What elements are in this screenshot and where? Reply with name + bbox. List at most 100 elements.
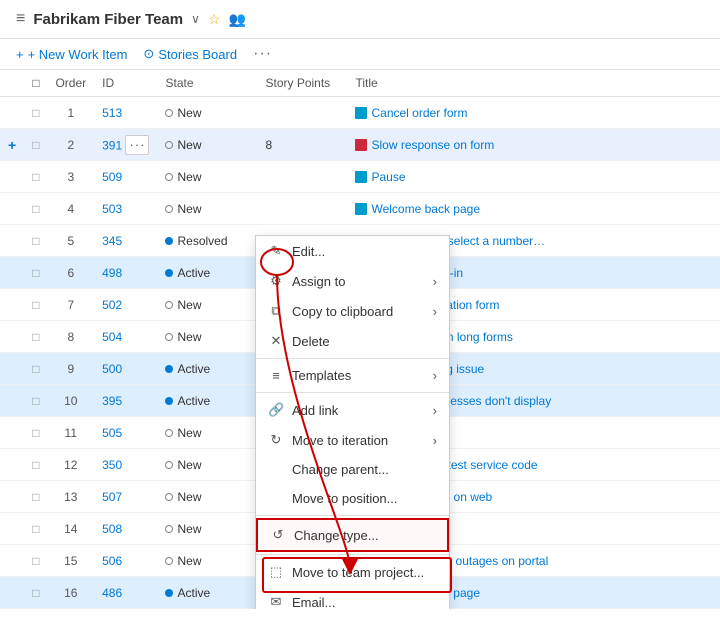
menu-item-copy-clipboard[interactable]: ⧉ Copy to clipboard ›: [256, 296, 449, 326]
row-add[interactable]: +: [0, 129, 24, 161]
work-item-type-icon: [355, 203, 367, 215]
row-add[interactable]: [0, 481, 24, 513]
row-state: New: [157, 417, 257, 449]
row-check[interactable]: □: [24, 385, 47, 417]
row-add[interactable]: [0, 449, 24, 481]
chevron-icon[interactable]: ∨: [191, 12, 200, 26]
work-item-title[interactable]: Welcome back page: [371, 202, 480, 216]
work-item-title[interactable]: Cancel order form: [371, 106, 467, 120]
state-dot: [165, 525, 173, 533]
row-id[interactable]: 391 ···: [94, 129, 157, 161]
menu-item-move-position[interactable]: Move to position...: [256, 484, 449, 513]
menu-item-add-link[interactable]: 🔗 Add link ›: [256, 395, 449, 425]
row-add[interactable]: [0, 225, 24, 257]
row-state: Active: [157, 577, 257, 609]
row-check[interactable]: □: [24, 97, 47, 129]
row-add[interactable]: [0, 321, 24, 353]
menu-item-email[interactable]: ✉ Email...: [256, 587, 449, 609]
row-check[interactable]: □: [24, 161, 47, 193]
row-check[interactable]: □: [24, 257, 47, 289]
row-check[interactable]: □: [24, 577, 47, 609]
row-check[interactable]: □: [24, 449, 47, 481]
row-add[interactable]: [0, 193, 24, 225]
menu-item-label: Edit...: [292, 244, 325, 259]
menu-item-label: Move to team project...: [292, 565, 424, 580]
menu-item-delete[interactable]: ✕ Delete: [256, 326, 449, 356]
favorite-icon[interactable]: ☆: [208, 11, 221, 28]
stories-board-button[interactable]: ⊙ Stories Board: [143, 46, 237, 62]
new-work-item-button[interactable]: + + New Work Item: [16, 47, 127, 62]
menu-item-move-team[interactable]: ⬚ Move to team project...: [256, 557, 449, 587]
row-check[interactable]: □: [24, 129, 47, 161]
menu-item-label: Copy to clipboard: [292, 304, 393, 319]
row-id[interactable]: 509: [94, 161, 157, 193]
row-check[interactable]: □: [24, 193, 47, 225]
menu-item-move-iteration[interactable]: ↻ Move to iteration ›: [256, 425, 449, 455]
row-check[interactable]: □: [24, 321, 47, 353]
row-check[interactable]: □: [24, 545, 47, 577]
row-add[interactable]: [0, 257, 24, 289]
row-order: 10: [47, 385, 94, 417]
row-add[interactable]: [0, 385, 24, 417]
row-order: 8: [47, 321, 94, 353]
work-item-title[interactable]: Pause: [371, 170, 405, 184]
submenu-chevron: ›: [433, 433, 437, 448]
state-dot: [165, 237, 173, 245]
menu-item-templates[interactable]: ≡ Templates ›: [256, 361, 449, 390]
row-id[interactable]: 500: [94, 353, 157, 385]
row-id[interactable]: 350: [94, 449, 157, 481]
row-add[interactable]: [0, 577, 24, 609]
menu-item-label: Add link: [292, 403, 338, 418]
row-order: 13: [47, 481, 94, 513]
toolbar: + + New Work Item ⊙ Stories Board ···: [0, 39, 720, 70]
row-points: [257, 161, 347, 193]
row-order: 12: [47, 449, 94, 481]
row-id[interactable]: 498: [94, 257, 157, 289]
row-check[interactable]: □: [24, 225, 47, 257]
state-dot: [165, 301, 173, 309]
row-id[interactable]: 345: [94, 225, 157, 257]
row-id[interactable]: 508: [94, 513, 157, 545]
row-check[interactable]: □: [24, 513, 47, 545]
row-state: Active: [157, 385, 257, 417]
row-order: 4: [47, 193, 94, 225]
row-add[interactable]: [0, 97, 24, 129]
row-id[interactable]: 504: [94, 321, 157, 353]
state-dot: [165, 141, 173, 149]
row-add[interactable]: [0, 545, 24, 577]
row-id[interactable]: 507: [94, 481, 157, 513]
row-add[interactable]: [0, 417, 24, 449]
menu-item-change-type[interactable]: ↺ Change type...: [256, 518, 449, 552]
row-id[interactable]: 502: [94, 289, 157, 321]
more-options-button[interactable]: ···: [253, 45, 272, 63]
menu-item-edit[interactable]: ✎ Edit...: [256, 236, 449, 266]
row-menu-button[interactable]: ···: [125, 135, 149, 155]
row-add[interactable]: [0, 161, 24, 193]
row-id[interactable]: 503: [94, 193, 157, 225]
row-id[interactable]: 506: [94, 545, 157, 577]
row-add[interactable]: [0, 353, 24, 385]
row-id[interactable]: 486: [94, 577, 157, 609]
work-item-title[interactable]: Slow response on form: [371, 138, 494, 152]
row-check[interactable]: □: [24, 289, 47, 321]
row-title[interactable]: Cancel order form: [347, 97, 720, 129]
row-add[interactable]: [0, 513, 24, 545]
team-members-icon[interactable]: 👥: [228, 11, 245, 28]
row-add[interactable]: [0, 289, 24, 321]
move-team-icon: ⬚: [268, 564, 284, 580]
row-id[interactable]: 395: [94, 385, 157, 417]
row-check[interactable]: □: [24, 481, 47, 513]
row-title[interactable]: Pause: [347, 161, 720, 193]
row-title[interactable]: Welcome back page: [347, 193, 720, 225]
row-id[interactable]: 513: [94, 97, 157, 129]
row-title[interactable]: Slow response on form: [347, 129, 720, 161]
row-check[interactable]: □: [24, 353, 47, 385]
row-id[interactable]: 505: [94, 417, 157, 449]
row-check[interactable]: □: [24, 417, 47, 449]
menu-item-assign-to[interactable]: ⚙ Assign to ›: [256, 266, 449, 296]
row-state: Active: [157, 353, 257, 385]
col-title-header: Title: [347, 70, 720, 97]
menu-item-change-parent[interactable]: Change parent...: [256, 455, 449, 484]
edit-icon: ✎: [268, 243, 284, 259]
state-dot: [165, 557, 173, 565]
